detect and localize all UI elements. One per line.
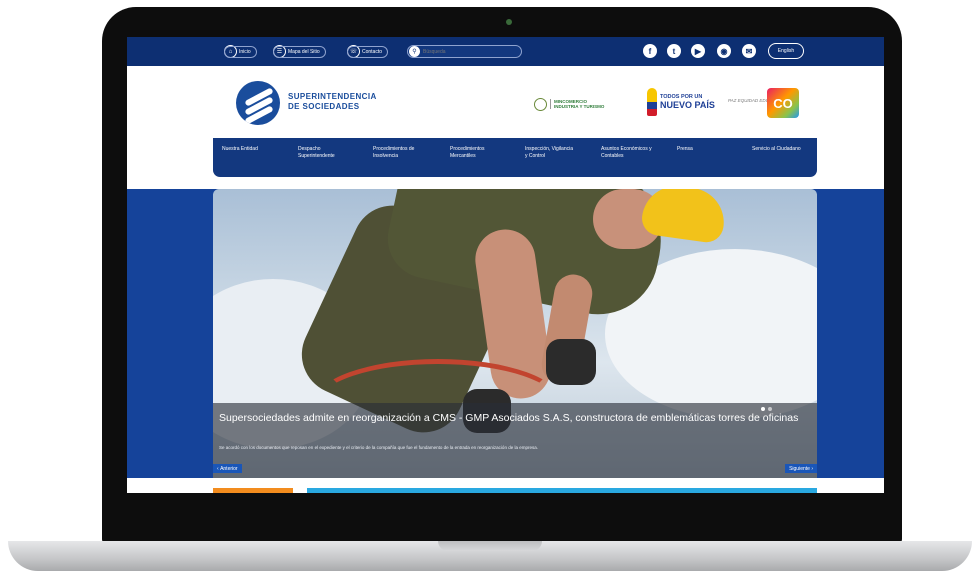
todos-por-un-nuevo-pais-logo[interactable]: TODOS POR UN NUEVO PAÍS	[647, 86, 727, 118]
nav-item-nuestra-entidad[interactable]: Nuestra Entidad	[222, 146, 282, 153]
sitemap-link-label: Mapa del Sitio	[273, 45, 326, 58]
nav-item-servicio[interactable]: Servicio al Ciudadano	[752, 146, 802, 153]
facebook-icon[interactable]: f	[643, 44, 657, 58]
home-link[interactable]: ⌂ Inicio	[224, 44, 257, 59]
slide-title[interactable]: Supersociedades admite en reorganización…	[219, 412, 799, 424]
nav-item-mercantiles[interactable]: Procedimientos Mercantiles	[450, 146, 510, 160]
language-button[interactable]: English	[768, 43, 804, 59]
top-utility-bar: ⌂ Inicio ☰ Mapa del Sitio ☏ Contacto ⚲ f…	[127, 37, 884, 66]
slide-indicators	[761, 407, 772, 411]
colombia-seal-icon	[534, 97, 547, 111]
contact-link-label: Contacto	[347, 45, 389, 58]
next-slide-button[interactable]: Siguiente ›	[785, 464, 817, 473]
search-input[interactable]	[420, 48, 516, 55]
chevron-right-icon: ›	[809, 465, 813, 472]
logo-line-2: DE SOCIEDADES	[288, 102, 360, 111]
nav-item-asuntos[interactable]: Asuntos Económicos y Contables	[601, 146, 653, 160]
webcam	[506, 19, 512, 25]
section-header-bar	[307, 488, 817, 493]
nav-item-inspeccion[interactable]: Inspección, Vigilancia y Control	[525, 146, 573, 160]
colombia-flag-icon	[647, 88, 657, 116]
sitemap-link[interactable]: ☰ Mapa del Sitio	[273, 44, 326, 59]
main-navigation: Nuestra Entidad Despacho Superintendente…	[213, 138, 817, 177]
search-icon: ⚲	[409, 46, 420, 57]
flickr-icon[interactable]: ◉	[717, 44, 731, 58]
site-logo-text[interactable]: SUPERINTENDENCIA DE SOCIEDADES	[288, 92, 377, 112]
slide-dot-1[interactable]	[761, 407, 765, 411]
supersociedades-logo-icon[interactable]	[236, 81, 280, 125]
search-box[interactable]: ⚲	[407, 45, 522, 58]
next-slide-label: Siguiente	[789, 465, 810, 472]
todos-line-2: NUEVO PAÍS	[660, 100, 715, 110]
content-section-top	[127, 478, 884, 493]
nav-item-prensa[interactable]: Prensa	[677, 146, 737, 153]
contact-link[interactable]: ☏ Contacto	[347, 44, 389, 59]
logo-line-1: SUPERINTENDENCIA	[288, 92, 377, 101]
home-link-label: Inicio	[224, 45, 257, 58]
laptop-notch	[438, 541, 542, 551]
browser-screen: ⌂ Inicio ☰ Mapa del Sitio ☏ Contacto ⚲ f…	[127, 37, 884, 493]
tumblr-icon[interactable]: ✉	[742, 44, 756, 58]
youtube-icon[interactable]: ▶	[691, 44, 705, 58]
nav-item-despacho[interactable]: Despacho Superintendente	[298, 146, 358, 160]
previous-slide-button[interactable]: ‹ Anterior	[213, 464, 242, 473]
co-brand-logo[interactable]: CO	[767, 88, 799, 118]
slide-dot-2[interactable]	[768, 407, 772, 411]
twitter-icon[interactable]: t	[667, 44, 681, 58]
hero-slider[interactable]: Supersociedades admite en reorganización…	[213, 189, 817, 478]
section-tab[interactable]	[213, 488, 293, 493]
slide-subtitle: Se acordó con los documentos que reposan…	[219, 445, 538, 450]
slide-caption: Supersociedades admite en reorganización…	[213, 403, 817, 478]
nav-item-insolvencia[interactable]: Procedimientos de Insolvencia	[373, 146, 433, 160]
site-header: SUPERINTENDENCIA DE SOCIEDADES MINCOMERC…	[127, 66, 884, 139]
previous-slide-label: Anterior	[220, 465, 238, 472]
ministry-line-2: INDUSTRIA Y TURISMO	[554, 104, 605, 109]
mincomercio-logo[interactable]: MINCOMERCIO INDUSTRIA Y TURISMO	[534, 95, 634, 113]
